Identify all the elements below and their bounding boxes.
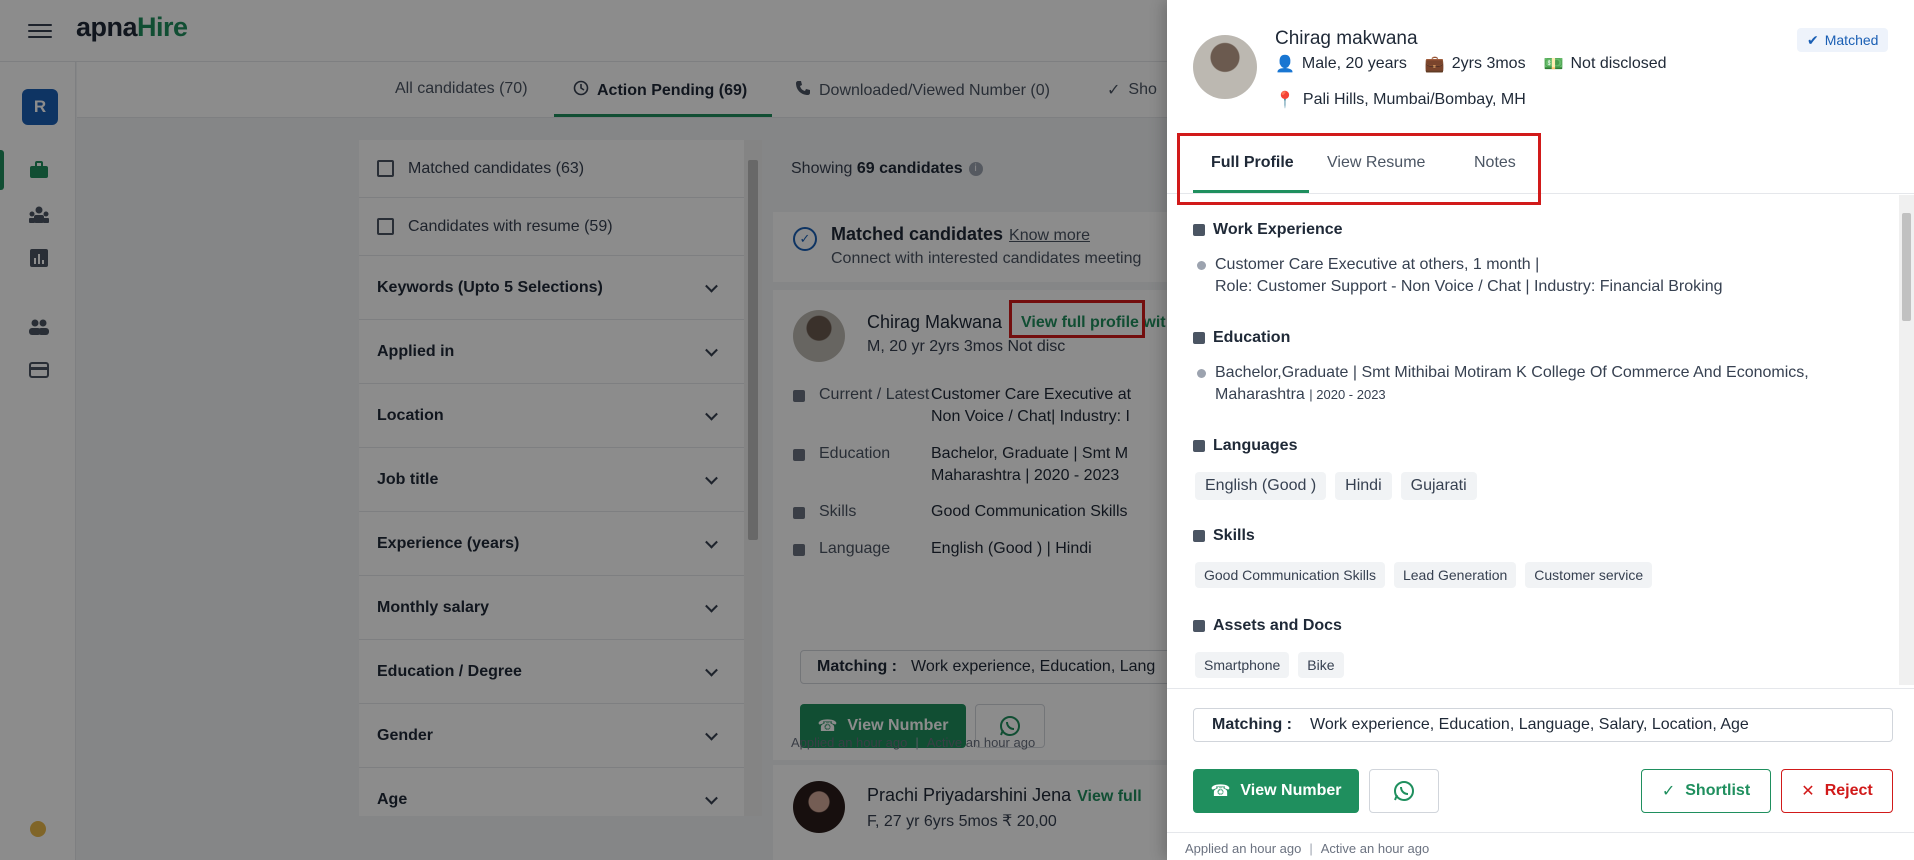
assets-heading: Assets and Docs [1193,617,1342,635]
section-title: Languages [1213,437,1298,454]
language-chip: Gujarati [1400,472,1477,500]
skill-chip: Lead Generation [1393,562,1517,588]
edu-years: | 2020 - 2023 [1309,387,1386,402]
divider [1167,832,1914,833]
salary-text: Not disclosed [1570,55,1667,72]
separator: | [1309,841,1313,856]
gender-age-text: Male, 20 years [1301,55,1407,72]
shortlist-button[interactable]: ✓ Shortlist [1641,769,1771,813]
section-title: Education [1213,329,1291,346]
badge-check-icon: ✔ [1807,31,1819,48]
section-title: Skills [1213,527,1255,544]
education-item: Bachelor,Graduate | Smt Mithibai Motiram… [1197,362,1809,406]
modal-overlay[interactable] [0,0,1167,860]
whatsapp-button[interactable] [1369,769,1439,813]
scrollbar-thumb[interactable] [1902,213,1911,321]
skill-chip: Customer service [1525,562,1653,588]
document-icon [1193,620,1205,632]
edu-line-1: Bachelor,Graduate | Smt Mithibai Motiram… [1215,364,1809,381]
profile-drawer: Chirag makwana 👤 Male, 20 years 💼 2yrs 3mo… [1167,0,1914,860]
close-icon: ✕ [1801,783,1815,800]
skill-chip: Good Communication Skills [1195,562,1385,588]
divider [1167,688,1914,689]
asset-chips: Smartphone Bike [1195,652,1344,678]
money-icon: 💵 [1543,56,1564,73]
salary: 💵 Not disclosed [1544,54,1667,74]
graduation-cap-icon [1193,332,1205,344]
language-chip: Hindi [1335,472,1392,500]
location-pin-icon: 📍 [1275,92,1295,109]
language-icon [1193,440,1205,452]
skill-chips: Good Communication Skills Lead Generatio… [1195,562,1653,588]
matching-bar: Matching : Work experience, Education, La… [1193,708,1893,742]
profile-location: 📍 Pali Hills, Mumbai/Bombay, MH [1275,90,1526,110]
languages-heading: Languages [1193,437,1297,455]
active-time: Active an hour ago [1320,841,1430,856]
briefcase-icon: 💼 [1424,56,1445,73]
applied-info: Applied an hour ago | Active an hour ago [1185,841,1429,856]
view-number-button[interactable]: ☎ View Number [1193,769,1359,813]
profile-content: Work Experience Customer Care Executive … [1167,195,1899,685]
briefcase-icon [1193,224,1205,236]
asset-chip: Bike [1298,652,1344,678]
applied-time: Applied an hour ago [1185,841,1302,856]
location-text: Pali Hills, Mumbai/Bombay, MH [1302,91,1526,108]
work-experience-heading: Work Experience [1193,221,1343,239]
work-experience-item: Customer Care Executive at others, 1 mon… [1197,254,1723,298]
work-line-1: Customer Care Executive at others, 1 mon… [1215,256,1540,273]
whatsapp-icon [1394,781,1414,801]
skills-heading: Skills [1193,527,1255,545]
edu-line-2: Maharashtra [1215,386,1305,403]
gender-age: 👤 Male, 20 years [1275,54,1407,74]
drawer-scrollbar[interactable] [1899,195,1914,685]
experience: 💼 2yrs 3mos [1425,54,1526,74]
language-chip: English (Good ) [1195,472,1327,500]
phone-icon: ☎ [1210,783,1231,800]
section-title: Work Experience [1213,221,1343,238]
matched-badge: ✔ Matched [1797,28,1889,52]
language-chips: English (Good ) Hindi Gujarati [1195,472,1477,500]
asset-chip: Smartphone [1195,652,1290,678]
profile-meta: 👤 Male, 20 years 💼 2yrs 3mos 💵 Not disclose… [1275,54,1667,74]
profile-avatar [1193,35,1257,99]
matching-label: Matching : [1212,716,1292,733]
button-label: Shortlist [1685,782,1751,799]
check-icon: ✓ [1661,783,1676,800]
education-heading: Education [1193,329,1290,347]
button-label: Reject [1824,782,1873,799]
work-line-2: Role: Customer Support - Non Voice / Cha… [1215,278,1723,295]
section-title: Assets and Docs [1213,617,1342,634]
reject-button[interactable]: ✕ Reject [1781,769,1893,813]
matching-value: Work experience, Education, Language, Sa… [1310,716,1749,733]
person-icon: 👤 [1275,56,1295,73]
skills-icon [1193,530,1205,542]
button-label: View Number [1240,782,1342,799]
badge-text: Matched [1824,32,1879,48]
profile-name: Chirag makwana [1275,28,1418,49]
experience-text: 2yrs 3mos [1451,55,1526,72]
